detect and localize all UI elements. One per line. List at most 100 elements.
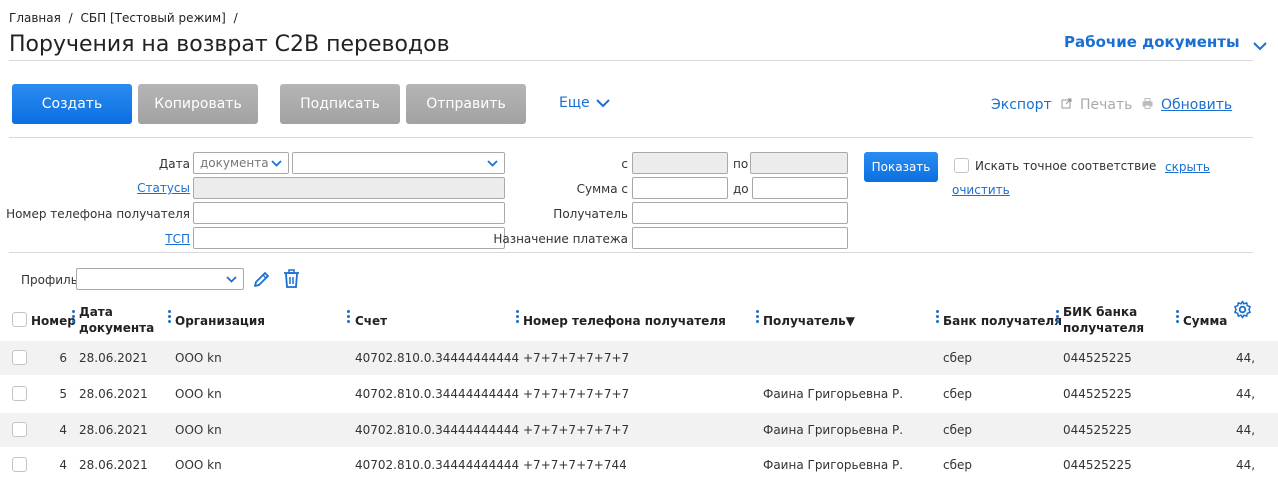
row-bank: сбер [943, 458, 972, 472]
chevron-down-icon [271, 159, 282, 167]
statuses-field[interactable] [193, 177, 505, 199]
sum-from-input[interactable] [632, 177, 728, 199]
tsp-input[interactable] [193, 227, 505, 249]
copy-button[interactable]: Копировать [138, 84, 258, 124]
from-label: с [621, 157, 628, 171]
table-row[interactable]: 5 28.06.2021 ООО kn 40702.810.0.34444444… [0, 377, 1278, 411]
table-row[interactable]: 4 28.06.2021 ООО kn 40702.810.0.34444444… [0, 448, 1278, 482]
column-header-date[interactable]: Дата документа [79, 304, 154, 336]
row-date: 28.06.2021 [79, 423, 148, 437]
purpose-input[interactable] [632, 227, 848, 249]
row-phone: +7+7+7+7+7+7 [523, 423, 630, 437]
column-resize-handle[interactable] [72, 310, 75, 325]
row-sum: 44, [1236, 351, 1256, 365]
external-link-icon [1061, 98, 1072, 109]
column-resize-handle[interactable] [936, 310, 939, 325]
column-header-bank[interactable]: Банк получателя [943, 313, 1062, 329]
profile-select[interactable] [76, 268, 244, 290]
work-docs-link[interactable]: Рабочие документы [1064, 33, 1240, 51]
recipient-input[interactable] [632, 202, 848, 224]
row-checkbox[interactable] [12, 350, 27, 365]
row-date: 28.06.2021 [79, 458, 148, 472]
hide-filters-link[interactable]: скрыть [1165, 160, 1210, 174]
row-checkbox[interactable] [12, 386, 27, 401]
divider [9, 137, 1253, 138]
more-label: Еще [559, 95, 590, 111]
row-account: 40702.810.0.34444444444 [355, 458, 520, 472]
column-header-bik[interactable]: БИК банка получателя [1063, 304, 1144, 336]
printer-icon [1142, 98, 1153, 109]
breadcrumb-separator: / [233, 11, 238, 25]
row-bik: 044525225 [1063, 351, 1132, 365]
create-button[interactable]: Создать [12, 84, 132, 124]
row-phone: +7+7+7+7+7+7 [523, 351, 630, 365]
row-organization: ООО kn [175, 351, 222, 365]
table-row[interactable]: 4 28.06.2021 ООО kn 40702.810.0.34444444… [0, 413, 1278, 447]
trash-icon[interactable] [282, 269, 301, 293]
sum-to-input[interactable] [752, 177, 848, 199]
column-resize-handle[interactable] [1056, 310, 1059, 325]
phone-label: Номер телефона получателя [6, 207, 190, 221]
column-resize-handle[interactable] [756, 310, 759, 325]
clear-filters-link[interactable]: очистить [952, 183, 1010, 197]
date-type-select[interactable]: документа [193, 152, 289, 174]
row-phone: +7+7+7+7+7+7 [523, 387, 630, 401]
breadcrumb-home[interactable]: Главная [9, 11, 61, 25]
exact-match-checkbox[interactable] [954, 158, 969, 173]
column-resize-handle[interactable] [347, 310, 350, 325]
row-bik: 044525225 [1063, 423, 1132, 437]
more-menu[interactable]: Еще [559, 95, 610, 111]
row-checkbox[interactable] [12, 457, 27, 472]
column-header-recipient[interactable]: Получатель▼ [763, 313, 855, 329]
column-resize-handle[interactable] [1176, 310, 1179, 325]
breadcrumb: Главная / СБП [Тестовый режим] / [9, 11, 242, 25]
column-resize-handle[interactable] [516, 310, 519, 325]
chevron-down-icon[interactable] [1252, 36, 1268, 55]
column-header-account[interactable]: Счет [355, 313, 387, 329]
column-resize-handle[interactable] [168, 310, 171, 325]
sign-button[interactable]: Подписать [280, 84, 400, 124]
gear-icon[interactable] [1233, 300, 1252, 323]
date-type-value: документа [200, 156, 269, 170]
show-button[interactable]: Показать [864, 152, 938, 182]
phone-input[interactable] [193, 202, 505, 224]
column-header-sum[interactable]: Сумма [1183, 313, 1227, 329]
row-bik: 044525225 [1063, 387, 1132, 401]
date-to-input[interactable] [750, 152, 848, 174]
refresh-link[interactable]: Обновить [1161, 97, 1232, 113]
divider [9, 60, 1253, 61]
date-from-input[interactable] [632, 152, 728, 174]
print-link[interactable]: Печать [1080, 97, 1153, 113]
chevron-down-icon [226, 275, 237, 283]
print-label: Печать [1080, 97, 1133, 113]
row-organization: ООО kn [175, 458, 222, 472]
table-row[interactable]: 6 28.06.2021 ООО kn 40702.810.0.34444444… [0, 341, 1278, 375]
exact-match-label: Искать точное соответствие [975, 159, 1157, 173]
divider [9, 252, 1253, 253]
row-number: 4 [59, 423, 67, 437]
row-date: 28.06.2021 [79, 387, 148, 401]
statuses-link[interactable]: Статусы [137, 181, 190, 195]
send-button[interactable]: Отправить [406, 84, 526, 124]
column-header-number[interactable]: Номер [31, 313, 76, 329]
row-checkbox[interactable] [12, 422, 27, 437]
pencil-icon[interactable] [252, 270, 271, 293]
row-sum: 44, [1236, 423, 1256, 437]
date-period-select[interactable] [292, 152, 505, 174]
row-recipient: Фаина Григорьевна Р. [763, 423, 904, 437]
column-header-organization[interactable]: Организация [175, 313, 265, 329]
row-recipient: Фаина Григорьевна Р. [763, 458, 904, 472]
export-link[interactable]: Экспорт [991, 97, 1072, 113]
select-all-checkbox[interactable] [12, 312, 27, 327]
export-label: Экспорт [991, 97, 1052, 113]
tsp-link[interactable]: ТСП [165, 232, 190, 246]
row-sum: 44, [1236, 458, 1256, 472]
purpose-label: Назначение платежа [493, 232, 628, 246]
page-title: Поручения на возврат С2В переводов [9, 32, 450, 57]
column-header-phone[interactable]: Номер телефона получателя [523, 313, 726, 329]
row-account: 40702.810.0.34444444444 [355, 351, 520, 365]
row-account: 40702.810.0.34444444444 [355, 423, 520, 437]
breadcrumb-section[interactable]: СБП [Тестовый режим] [81, 11, 226, 25]
row-sum: 44, [1236, 387, 1256, 401]
row-bank: сбер [943, 351, 972, 365]
